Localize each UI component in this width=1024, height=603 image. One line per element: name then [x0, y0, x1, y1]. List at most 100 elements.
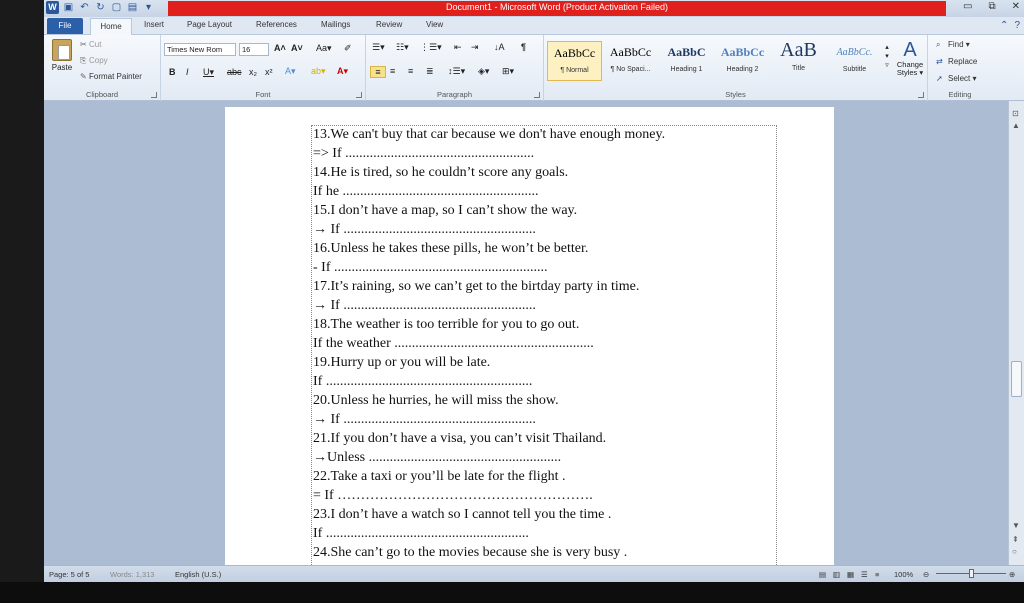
select-browse-object-icon[interactable]: ○	[1012, 547, 1017, 556]
help-icon[interactable]: ?	[1014, 20, 1020, 31]
doc-line[interactable]: → If ...................................…	[313, 412, 536, 428]
cut-button[interactable]: ✂ Cut	[80, 40, 101, 49]
clear-formatting-icon[interactable]: ✐	[344, 43, 352, 54]
doc-line[interactable]: => If ..................................…	[313, 146, 534, 162]
font-color-icon[interactable]: A▾	[337, 66, 348, 77]
tab-view[interactable]: View	[426, 20, 443, 29]
borders-icon[interactable]: ⊞▾	[502, 66, 514, 77]
zoom-level[interactable]: 100%	[894, 570, 913, 579]
line-spacing-icon[interactable]: ↕☰▾	[448, 66, 465, 77]
word-count[interactable]: Words: 1,313	[110, 570, 154, 579]
tab-home[interactable]: Home	[90, 18, 132, 36]
bold-icon[interactable]: B	[169, 67, 176, 77]
web-layout-icon[interactable]: ▦	[847, 570, 854, 579]
grow-font-icon[interactable]: A˄	[274, 43, 286, 53]
subscript-icon[interactable]: x₂	[249, 67, 257, 77]
doc-line[interactable]: If he ..................................…	[313, 184, 539, 200]
zoom-slider-knob[interactable]	[969, 569, 974, 578]
tab-mailings[interactable]: Mailings	[321, 20, 350, 29]
minimize-icon[interactable]: ▭	[963, 1, 972, 12]
redo-icon[interactable]: ↻	[94, 1, 107, 14]
scroll-thumb[interactable]	[1011, 361, 1022, 397]
doc-line[interactable]: If .....................................…	[313, 374, 532, 390]
styles-launcher[interactable]	[918, 92, 924, 98]
styles-scroll-icon[interactable]: ▴ ▾ ▿	[883, 43, 891, 70]
full-screen-reading-icon[interactable]: ▥	[833, 570, 840, 579]
language-indicator[interactable]: English (U.S.)	[175, 570, 221, 579]
doc-line[interactable]: 23.I don’t have a watch so I cannot tell…	[313, 507, 611, 523]
word-logo-icon[interactable]: W	[46, 1, 59, 14]
change-styles-button[interactable]: A Change Styles ▾	[893, 39, 927, 77]
justify-icon[interactable]: ≣	[426, 66, 434, 77]
doc-line[interactable]: = If ……………………………………………….	[313, 488, 593, 504]
zoom-out-icon[interactable]: ⊖	[923, 570, 929, 579]
minimize-ribbon-icon[interactable]: ⌃	[1000, 20, 1008, 31]
style-subtitle[interactable]: AaBbCc. Subtitle	[827, 41, 882, 81]
format-painter-button[interactable]: ✎ Format Painter	[80, 72, 142, 81]
ruler-toggle-icon[interactable]: ⊡	[1012, 109, 1019, 118]
doc-line[interactable]: → If ...................................…	[313, 222, 536, 238]
text-effects-icon[interactable]: A▾	[285, 66, 296, 77]
doc-line[interactable]: If .....................................…	[313, 526, 529, 542]
style-heading-1[interactable]: AaBbC Heading 1	[659, 41, 714, 81]
page-indicator[interactable]: Page: 5 of 5	[49, 570, 89, 579]
undo-icon[interactable]: ↶	[78, 1, 91, 14]
align-center-icon[interactable]: ≡	[390, 66, 395, 76]
doc-line[interactable]: 15.I don’t have a map, so I can’t show t…	[313, 203, 577, 219]
scroll-up-icon[interactable]: ▲	[1012, 121, 1020, 130]
vertical-scrollbar[interactable]: ⊡ ▲ ▼ ⇞ ○	[1008, 101, 1024, 565]
doc-line[interactable]: 19.Hurry up or you will be late.	[313, 355, 490, 371]
clipboard-launcher[interactable]	[151, 92, 157, 98]
previous-page-icon[interactable]: ⇞	[1012, 535, 1019, 544]
doc-line[interactable]: 16.Unless he takes these pills, he won’t…	[313, 241, 588, 257]
change-case-icon[interactable]: Aa▾	[316, 43, 332, 54]
superscript-icon[interactable]: x²	[265, 67, 273, 77]
zoom-in-icon[interactable]: ⊕	[1009, 570, 1015, 579]
doc-line[interactable]: - If ...................................…	[313, 260, 548, 276]
shrink-font-icon[interactable]: A˅	[291, 43, 303, 53]
paragraph-launcher[interactable]	[534, 92, 540, 98]
style-normal[interactable]: AaBbCc ¶ Normal	[547, 41, 602, 81]
customize-toolbar-icon[interactable]: ▾	[142, 1, 155, 14]
numbering-icon[interactable]: ☷▾	[396, 42, 409, 53]
style-title[interactable]: AaB Title	[771, 39, 826, 81]
paste-button[interactable]: Paste	[50, 39, 74, 72]
doc-line[interactable]: 24.She can’t go to the movies because sh…	[313, 545, 627, 561]
find-button[interactable]: ⌕ Find ▾	[936, 40, 970, 50]
strikethrough-icon[interactable]: abc	[227, 67, 242, 77]
outline-icon[interactable]: ☰	[861, 570, 868, 579]
doc-line[interactable]: 17.It’s raining, so we can’t get to the …	[313, 279, 639, 295]
shading-icon[interactable]: ◈▾	[478, 66, 489, 77]
font-name-box[interactable]: Times New Rom	[164, 43, 236, 56]
doc-line[interactable]: 13.We can't buy that car because we don'…	[313, 127, 665, 143]
tab-review[interactable]: Review	[376, 20, 402, 29]
multilevel-list-icon[interactable]: ⋮☰▾	[420, 42, 442, 53]
style-no-spacing[interactable]: AaBbCc ¶ No Spaci...	[603, 41, 658, 81]
decrease-indent-icon[interactable]: ⇤	[454, 42, 462, 53]
style-heading-2[interactable]: AaBbCc Heading 2	[715, 41, 770, 81]
underline-icon[interactable]: U▾	[203, 67, 214, 78]
tab-page-layout[interactable]: Page Layout	[187, 20, 232, 29]
sort-icon[interactable]: ↓A	[494, 42, 505, 52]
document-page[interactable]: 13.We can't buy that car because we don'…	[225, 107, 834, 573]
doc-line[interactable]: 20.Unless he hurries, he will miss the s…	[313, 393, 559, 409]
increase-indent-icon[interactable]: ⇥	[471, 42, 479, 53]
doc-line[interactable]: 18.The weather is too terrible for you t…	[313, 317, 579, 333]
show-marks-icon[interactable]: ¶	[521, 42, 526, 52]
align-left-icon[interactable]: ≡	[370, 66, 386, 78]
doc-line[interactable]: 14.He is tired, so he couldn’t score any…	[313, 165, 568, 181]
close-icon[interactable]: ✕	[1012, 1, 1020, 12]
save-icon[interactable]: ▣	[62, 1, 75, 14]
highlight-color-icon[interactable]: ab▾	[311, 66, 326, 77]
print-layout-icon[interactable]: ▤	[819, 570, 826, 579]
new-document-icon[interactable]: ▢	[110, 1, 123, 14]
doc-line[interactable]: 21.If you don’t have a visa, you can’t v…	[313, 431, 606, 447]
bullets-icon[interactable]: ☰▾	[372, 42, 385, 53]
document-area[interactable]: 13.We can't buy that car because we don'…	[44, 101, 1008, 573]
draft-icon[interactable]: ≡	[875, 570, 879, 579]
replace-button[interactable]: ⇄ Replace	[936, 57, 977, 66]
copy-button[interactable]: ⎘ Copy	[80, 56, 108, 66]
doc-line[interactable]: If the weather .........................…	[313, 336, 594, 352]
font-launcher[interactable]	[356, 92, 362, 98]
font-size-box[interactable]: 16	[239, 43, 269, 56]
